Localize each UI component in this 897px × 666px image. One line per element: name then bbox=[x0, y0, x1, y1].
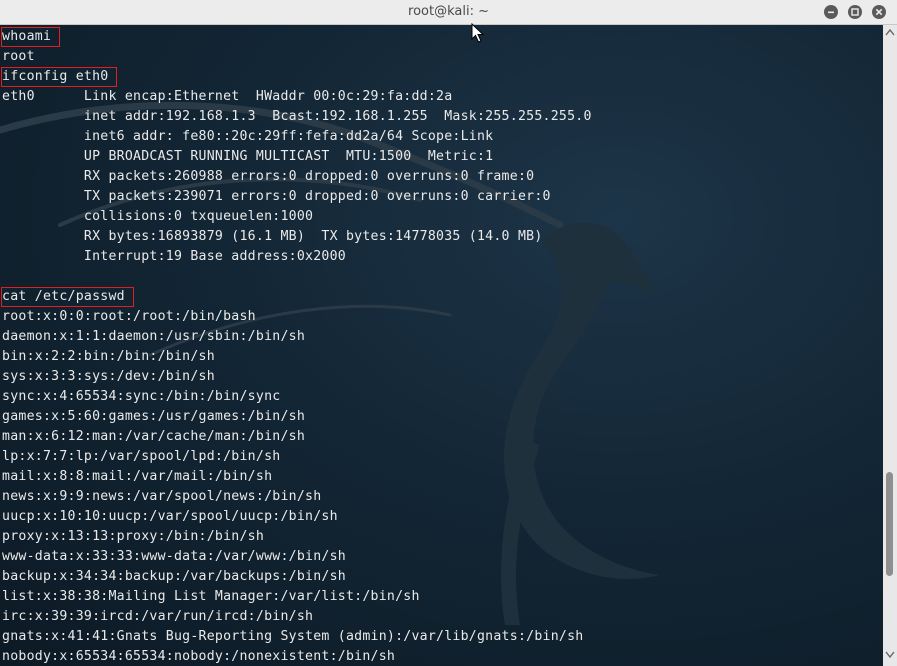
line-text: inet6 addr: fe80::20c:29ff:fefa:dd2a/64 … bbox=[2, 129, 494, 144]
line-text: root:x:0:0:root:/root:/bin/bash bbox=[2, 309, 256, 324]
line-text: sync:x:4:65534:sync:/bin:/bin/sync bbox=[2, 389, 281, 404]
highlighted-command: cat /etc/passwd bbox=[1, 287, 134, 307]
output-line: sync:x:4:65534:sync:/bin:/bin/sync bbox=[0, 387, 592, 407]
terminal-content-area[interactable]: whoami root ifconfig eth0 eth0 Link encap:E… bbox=[0, 25, 883, 666]
command-line: ifconfig eth0 bbox=[0, 67, 592, 87]
output-line: nobody:x:65534:65534:nobody:/nonexistent… bbox=[0, 647, 592, 666]
line-text: inet addr:192.168.1.3 Bcast:192.168.1.25… bbox=[2, 109, 592, 124]
line-text: gnats:x:41:41:Gnats Bug-Reporting System… bbox=[2, 629, 584, 644]
line-text: list:x:38:38:Mailing List Manager:/var/l… bbox=[2, 589, 420, 604]
scroll-down-arrow-icon[interactable] bbox=[885, 651, 895, 659]
output-line: backup:x:34:34:backup:/var/backups:/bin/… bbox=[0, 567, 592, 587]
line-text: www-data:x:33:33:www-data:/var/www:/bin/… bbox=[2, 549, 346, 564]
line-text: backup:x:34:34:backup:/var/backups:/bin/… bbox=[2, 569, 346, 584]
line-text: proxy:x:13:13:proxy:/bin:/bin/sh bbox=[2, 529, 265, 544]
line-text: sys:x:3:3:sys:/dev:/bin/sh bbox=[2, 369, 215, 384]
line-text: daemon:x:1:1:daemon:/usr/sbin:/bin/sh bbox=[2, 329, 306, 344]
highlighted-command: ifconfig eth0 bbox=[0, 67, 118, 87]
output-line: UP BROADCAST RUNNING MULTICAST MTU:1500 … bbox=[0, 147, 592, 167]
window-title: root@kali: ~ bbox=[408, 4, 489, 19]
line-text: lp:x:7:7:lp:/var/spool/lpd:/bin/sh bbox=[2, 449, 281, 464]
output-line: man:x:6:12:man:/var/cache/man:/bin/sh bbox=[0, 427, 592, 447]
line-text: collisions:0 txqueuelen:1000 bbox=[2, 209, 314, 224]
line-text: uucp:x:10:10:uucp:/var/spool/uucp:/bin/s… bbox=[2, 509, 338, 524]
output-line: RX packets:260988 errors:0 dropped:0 ove… bbox=[0, 167, 592, 187]
output-line: RX bytes:16893879 (16.1 MB) TX bytes:147… bbox=[0, 227, 592, 247]
output-line: www-data:x:33:33:www-data:/var/www:/bin/… bbox=[0, 547, 592, 567]
vertical-scrollbar[interactable] bbox=[883, 25, 897, 666]
line-text: UP BROADCAST RUNNING MULTICAST MTU:1500 … bbox=[2, 149, 494, 164]
maximize-icon bbox=[851, 8, 859, 16]
command-line: cat /etc/passwd bbox=[0, 287, 592, 307]
terminal-output: whoami root ifconfig eth0 eth0 Link encap:E… bbox=[0, 27, 592, 666]
output-line: inet6 addr: fe80::20c:29ff:fefa:dd2a/64 … bbox=[0, 127, 592, 147]
close-icon bbox=[875, 8, 883, 16]
output-line: inet addr:192.168.1.3 Bcast:192.168.1.25… bbox=[0, 107, 592, 127]
output-line: TX packets:239071 errors:0 dropped:0 ove… bbox=[0, 187, 592, 207]
output-line: sys:x:3:3:sys:/dev:/bin/sh bbox=[0, 367, 592, 387]
line-text: root bbox=[2, 49, 35, 64]
output-line: daemon:x:1:1:daemon:/usr/sbin:/bin/sh bbox=[0, 327, 592, 347]
highlighted-command: whoami bbox=[0, 27, 61, 47]
output-line: mail:x:8:8:mail:/var/mail:/bin/sh bbox=[0, 467, 592, 487]
line-text: nobody:x:65534:65534:nobody:/nonexistent… bbox=[2, 649, 396, 664]
output-line: gnats:x:41:41:Gnats Bug-Reporting System… bbox=[0, 627, 592, 647]
line-text: mail:x:8:8:mail:/var/mail:/bin/sh bbox=[2, 469, 273, 484]
minimize-button[interactable] bbox=[824, 5, 838, 19]
title-bar[interactable]: root@kali: ~ bbox=[0, 0, 897, 25]
line-text: games:x:5:60:games:/usr/games:/bin/sh bbox=[2, 409, 306, 424]
maximize-button[interactable] bbox=[848, 5, 862, 19]
terminal-window: root@kali: ~ whoami root ifconfig eth0 e… bbox=[0, 0, 897, 666]
line-text: TX packets:239071 errors:0 dropped:0 ove… bbox=[2, 189, 551, 204]
output-line: bin:x:2:2:bin:/bin:/bin/sh bbox=[0, 347, 592, 367]
line-text: news:x:9:9:news:/var/spool/news:/bin/sh bbox=[2, 489, 322, 504]
output-line: games:x:5:60:games:/usr/games:/bin/sh bbox=[0, 407, 592, 427]
scrollbar-thumb[interactable] bbox=[886, 472, 893, 576]
line-text: Interrupt:19 Base address:0x2000 bbox=[2, 249, 346, 264]
scroll-up-arrow-icon[interactable] bbox=[885, 28, 895, 36]
close-button[interactable] bbox=[872, 5, 886, 19]
output-line: lp:x:7:7:lp:/var/spool/lpd:/bin/sh bbox=[0, 447, 592, 467]
mouse-pointer-icon bbox=[471, 23, 485, 43]
output-line: irc:x:39:39:ircd:/var/run/ircd:/bin/sh bbox=[0, 607, 592, 627]
output-line: news:x:9:9:news:/var/spool/news:/bin/sh bbox=[0, 487, 592, 507]
output-line: uucp:x:10:10:uucp:/var/spool/uucp:/bin/s… bbox=[0, 507, 592, 527]
output-line: list:x:38:38:Mailing List Manager:/var/l… bbox=[0, 587, 592, 607]
line-text: RX packets:260988 errors:0 dropped:0 ove… bbox=[2, 169, 535, 184]
output-line: root bbox=[0, 47, 592, 67]
output-line: Interrupt:19 Base address:0x2000 bbox=[0, 247, 592, 267]
output-line: root:x:0:0:root:/root:/bin/bash bbox=[0, 307, 592, 327]
line-text: bin:x:2:2:bin:/bin:/bin/sh bbox=[2, 349, 215, 364]
line-text: RX bytes:16893879 (16.1 MB) TX bytes:147… bbox=[2, 229, 543, 244]
output-line: collisions:0 txqueuelen:1000 bbox=[0, 207, 592, 227]
command-line: whoami bbox=[0, 27, 592, 47]
output-line: proxy:x:13:13:proxy:/bin:/bin/sh bbox=[0, 527, 592, 547]
output-line: eth0 Link encap:Ethernet HWaddr 00:0c:29… bbox=[0, 87, 592, 107]
line-text: eth0 Link encap:Ethernet HWaddr 00:0c:29… bbox=[2, 89, 453, 104]
minimize-icon bbox=[828, 11, 834, 14]
line-text: irc:x:39:39:ircd:/var/run/ircd:/bin/sh bbox=[2, 609, 314, 624]
line-text: man:x:6:12:man:/var/cache/man:/bin/sh bbox=[2, 429, 306, 444]
